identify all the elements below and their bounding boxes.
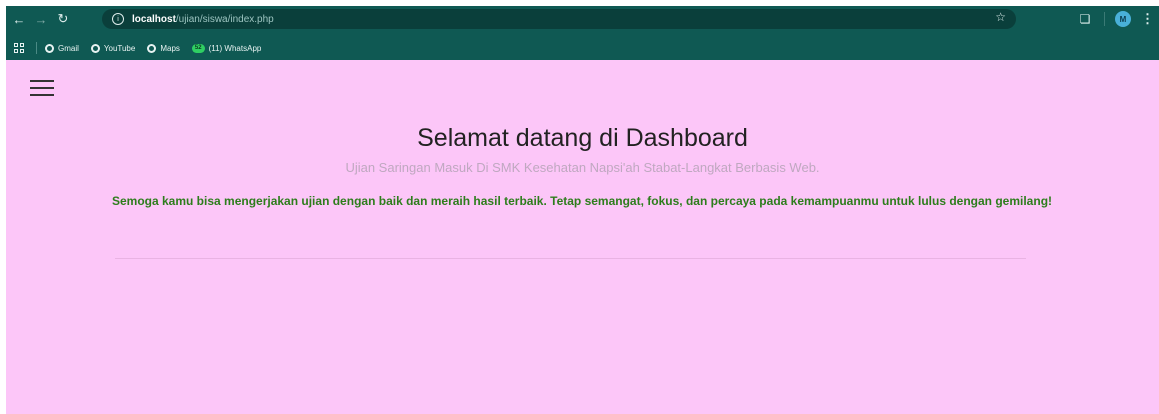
apps-grid-icon[interactable]: [14, 43, 24, 53]
bookmark-label: Maps: [160, 43, 180, 53]
star-icon[interactable]: ☆: [995, 10, 1006, 24]
browser-chrome: ← → ↻ i localhost/ujian/siswa/index.php …: [6, 6, 1159, 60]
url-path: /ujian/siswa/index.php: [175, 13, 274, 25]
bookmark-maps[interactable]: Maps: [147, 43, 180, 53]
browser-right-tools: ❏ M ⋮: [1076, 9, 1154, 29]
bookmark-label: (11) WhatsApp: [208, 43, 262, 53]
whatsapp-badge: 52: [191, 43, 205, 53]
url-host: localhost: [132, 13, 176, 25]
page-subtitle: Ujian Saringan Masuk Di SMK Kesehatan Na…: [345, 160, 820, 175]
back-arrow-icon[interactable]: ←: [8, 8, 30, 30]
reload-icon[interactable]: ↻: [52, 8, 74, 30]
bookmark-youtube[interactable]: YouTube: [90, 43, 136, 53]
globe-icon: [45, 43, 54, 53]
toolbar-separator: [1104, 12, 1105, 26]
globe-icon: [90, 43, 100, 53]
puzzle-icon[interactable]: ❏: [1076, 12, 1094, 26]
more-menu-icon[interactable]: ⋮: [1141, 11, 1154, 27]
page-title: Selamat datang di Dashboard: [417, 124, 748, 152]
browser-window: ← → ↻ i localhost/ujian/siswa/index.php …: [6, 6, 1159, 414]
site-info-icon[interactable]: i: [112, 13, 124, 25]
bookmark-label: YouTube: [103, 43, 136, 53]
bookmark-label: Gmail: [58, 43, 79, 53]
hamburger-menu-icon[interactable]: [30, 80, 54, 96]
browser-toolbar: ← → ↻ i localhost/ujian/siswa/index.php …: [6, 6, 1159, 32]
bookmark-whatsapp[interactable]: 52 (11) WhatsApp: [191, 43, 262, 53]
divider: [115, 258, 1026, 259]
globe-icon: [147, 43, 157, 53]
bookmarks-bar: Gmail YouTube Maps 52 (11) WhatsApp: [6, 38, 1159, 58]
bookmarks-separator: [36, 42, 37, 54]
bookmark-gmail[interactable]: Gmail: [45, 43, 79, 53]
forward-arrow-icon[interactable]: →: [30, 8, 52, 30]
welcome-message: Semoga kamu bisa mengerjakan ujian denga…: [111, 194, 1053, 208]
avatar[interactable]: M: [1115, 11, 1131, 27]
address-bar[interactable]: i localhost/ujian/siswa/index.php ☆: [102, 9, 1016, 29]
